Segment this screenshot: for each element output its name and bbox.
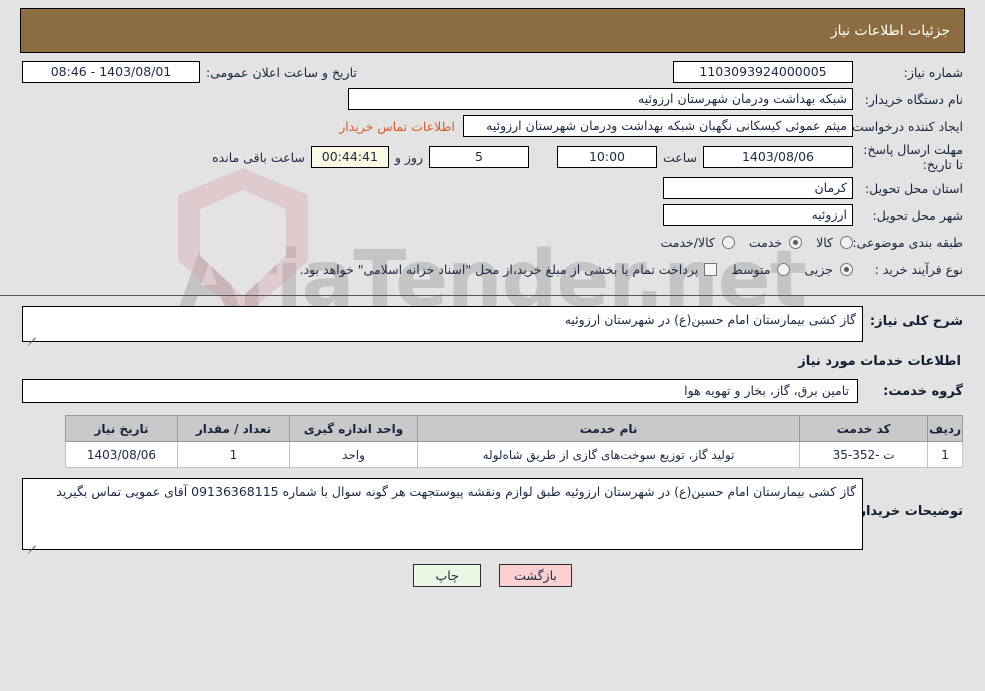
row-creator: ایجاد کننده درخواست: میثم عموئی کیسکانی … [22,115,963,137]
row-need-number: شماره نیاز: 1103093924000005 تاریخ و ساع… [22,61,963,83]
service-group-label: گروه خدمت: [883,383,963,399]
public-announce-label: تاریخ و ساعت اعلان عمومی: [206,64,357,80]
row-buyer-org: نام دستگاه خریدار: شبکه بهداشت ودرمان شه… [22,88,963,110]
category-option-khedmat: خدمت [748,234,783,250]
resize-grip-icon[interactable] [26,329,36,346]
creator-value: میثم عموئی کیسکانی نگهبان شبکه بهداشت ود… [463,115,853,137]
treasury-note-label: پرداخت تمام یا بخشی از مبلغ خرید،از محل … [299,261,699,277]
resize-grip-icon-notes[interactable] [26,537,36,554]
services-section-title: اطلاعات خدمات مورد نیاز [798,354,961,369]
th-service-code: کد خدمت [799,415,929,442]
deadline-date-value: 1403/08/06 [703,146,853,168]
category-radio-kala[interactable]: کالا [802,235,853,250]
cell-service-code: ت -352-35 [799,441,929,468]
cell-radif: 1 [927,441,963,468]
buyer-org-value: شبکه بهداشت ودرمان شهرستان ارزوئیه [348,88,853,110]
category-option-kala-khedmat: کالا/خدمت [660,234,715,250]
purchase-type-radio-jozei[interactable]: جزیی [790,262,853,277]
row-purchase-type: نوع فرآیند خرید : جزیی متوسط پرداخت تمام… [22,258,963,280]
print-button[interactable]: چاپ [413,564,482,587]
category-option-kala: کالا [816,234,833,250]
public-announce-value: 1403/08/01 - 08:46 [22,61,200,83]
remaining-days-value: 5 [428,146,529,168]
need-details-block: شرح کلی نیاز: گاز کشی بیمارستان امام حسی… [8,296,977,601]
radio-icon-kala[interactable] [840,235,853,249]
row-deadline: مهلت ارسال پاسخ: تا تاریخ: 1403/08/06 سا… [22,142,963,172]
deadline-label: مهلت ارسال پاسخ: تا تاریخ: [863,142,963,172]
buyer-notes-value: گاز کشی بیمارستان امام حسین(ع) در شهرستا… [56,484,856,499]
th-quantity: تعداد / مقدار [177,415,290,442]
general-desc-label: شرح کلی نیاز: [869,314,963,329]
buyer-notes-label: توضیحات خریدار: [853,504,963,519]
remaining-word-label: ساعت باقی مانده [212,149,305,165]
page-root: AriaTender.net جزئیات اطلاعات نیاز شماره… [0,0,985,691]
th-service-name: نام خدمت [416,415,801,442]
need-info-form: شماره نیاز: 1103093924000005 تاریخ و ساع… [8,53,977,291]
row-category: طبقه بندی موضوعی: کالا خدمت کالا/خدمت [22,231,963,253]
general-desc-textarea[interactable]: گاز کشی بیمارستان امام حسین(ع) در شهرستا… [22,306,863,346]
page-title: جزئیات اطلاعات نیاز [830,22,950,39]
cell-service-name: تولید گاز، توزیع سوخت‌های گازی از طریق ش… [416,441,801,468]
radio-icon-motevaset[interactable] [777,262,791,276]
radio-icon-kala-khedmat[interactable] [721,235,735,249]
category-label: طبقه بندی موضوعی: [852,234,963,250]
deadline-time-value: 10:00 [556,146,657,168]
city-value: ارزوئیه [663,204,853,226]
cell-unit: واحد [289,441,418,468]
treasury-checkbox[interactable] [704,262,718,276]
row-city: شهر محل تحویل: ارزوئیه [22,204,963,226]
buyer-org-label: نام دستگاه خریدار: [864,91,963,107]
need-number-label: شماره نیاز: [903,64,963,80]
table-header-row: ردیف کد خدمت نام خدمت واحد اندازه گیری ت… [65,415,963,442]
services-table: ردیف کد خدمت نام خدمت واحد اندازه گیری ت… [65,415,963,468]
remaining-time-value: 00:44:41 [310,146,389,168]
category-radio-khedmat[interactable]: خدمت [735,234,803,250]
buyer-notes-textarea[interactable]: گاز کشی بیمارستان امام حسین(ع) در شهرستا… [22,478,863,554]
page-header: جزئیات اطلاعات نیاز [20,8,965,53]
service-group-value: تامین برق، گاز، بخار و تهویه هوا [22,379,858,403]
radio-icon-jozei[interactable] [840,262,853,276]
province-value: کرمان [663,177,853,199]
cell-need-date: 1403/08/06 [65,441,178,468]
general-desc-value: گاز کشی بیمارستان امام حسین(ع) در شهرستا… [564,312,856,327]
row-province: استان محل تحویل: کرمان [22,177,963,199]
city-label: شهر محل تحویل: [872,207,963,223]
purchase-type-radio-motevaset[interactable]: متوسط [717,261,791,277]
row-service-group: گروه خدمت: تامین برق، گاز، بخار و تهویه … [22,379,963,403]
radio-icon-khedmat[interactable] [789,235,803,249]
category-radio-kala-khedmat[interactable]: کالا/خدمت [646,234,735,250]
th-unit: واحد اندازه گیری [289,415,418,442]
cell-quantity: 1 [177,441,290,468]
creator-label: ایجاد کننده درخواست: [847,118,963,134]
row-buyer-notes: توضیحات خریدار: گاز کشی بیمارستان امام ح… [22,478,963,554]
footer-actions: بازگشت چاپ [22,564,963,597]
province-label: استان محل تحویل: [864,180,963,196]
buyer-contact-link[interactable]: اطلاعات تماس خریدار [331,119,463,134]
purchase-type-option-motevaset: متوسط [731,261,771,277]
need-number-value: 1103093924000005 [673,61,853,83]
table-row: 1 ت -352-35 تولید گاز، توزیع سوخت‌های گا… [65,441,963,468]
th-need-date: تاریخ نیاز [65,415,178,442]
hour-word-label: ساعت [662,149,697,165]
th-radif: ردیف [927,415,963,442]
days-word-label: روز و [394,149,423,165]
back-button[interactable]: بازگشت [499,564,572,587]
purchase-type-label: نوع فرآیند خرید : [874,261,963,277]
purchase-type-option-jozei: جزیی [804,261,833,277]
